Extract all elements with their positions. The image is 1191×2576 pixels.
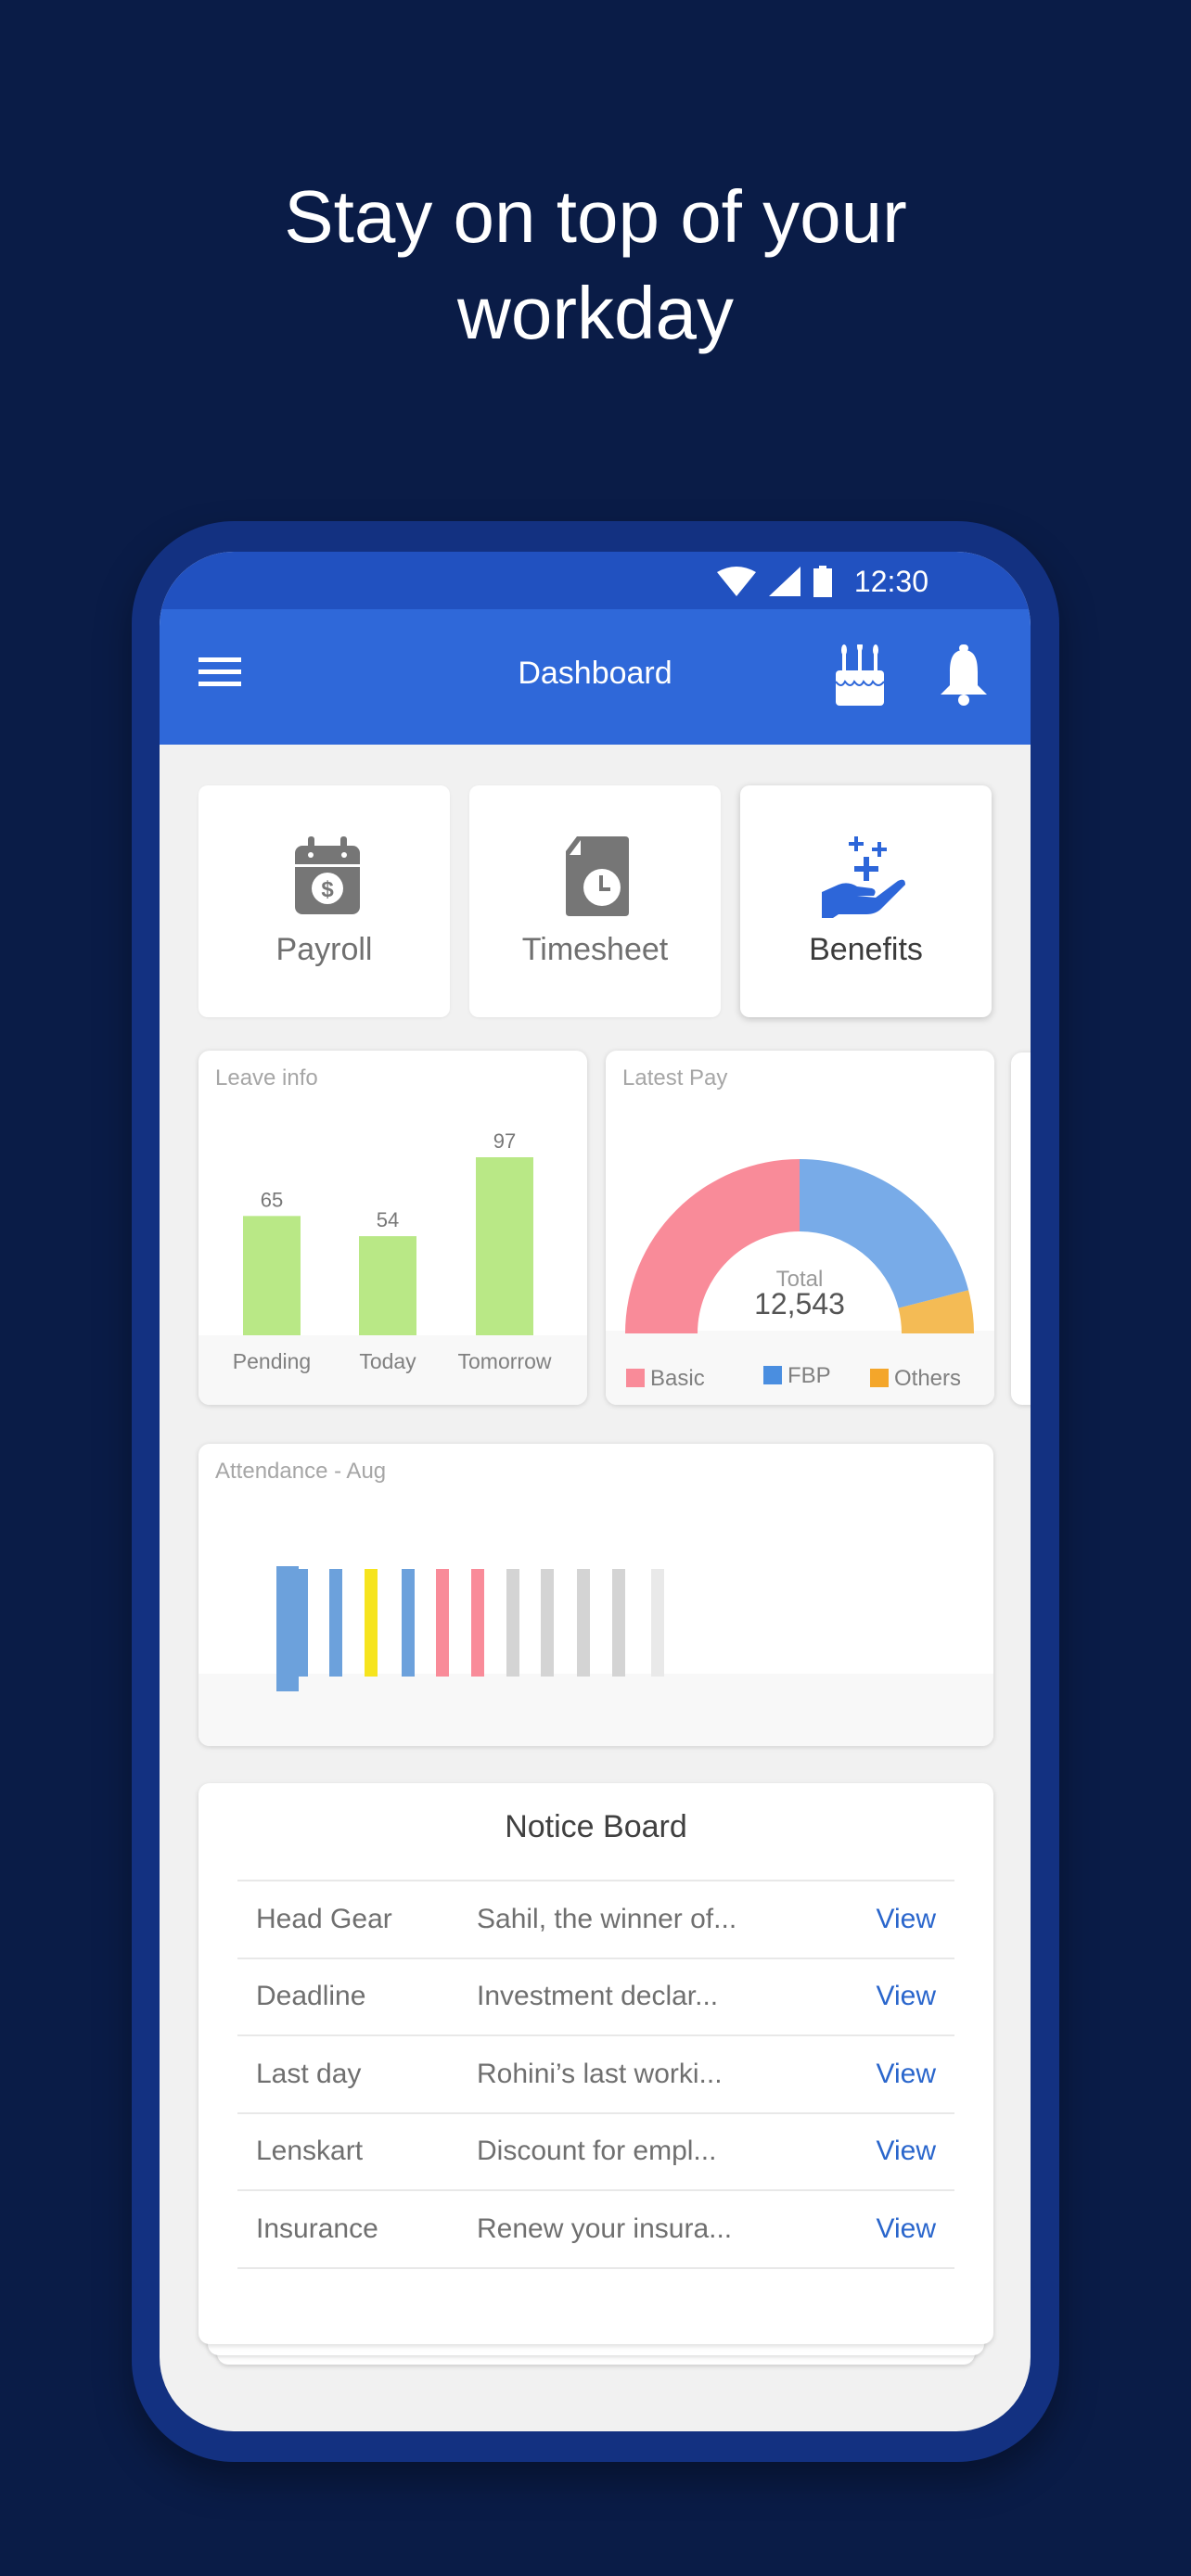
attendance-bar-day-7 [471,1569,484,1677]
legend-label-basic: Basic [650,1366,705,1391]
birthday-cake-icon[interactable] [832,641,888,706]
attendance-bar-day-3 [329,1569,342,1677]
signal-icon [768,567,800,596]
latest-pay-chart: Total 12,543 Basic FBP Others [625,1159,974,1391]
attendance-bar-day-12 [651,1569,664,1677]
view-link[interactable]: View [852,1981,954,2012]
page-title: Dashboard [518,656,672,691]
benefits-card[interactable]: Benefits [740,785,992,1017]
notice-preview: Rohini’s last worki... [477,2058,723,2089]
bell-icon[interactable] [939,644,989,706]
notice-row[interactable]: Deadline Investment declar... View [237,1959,954,2036]
attendance-bar-day-5 [402,1569,415,1677]
notice-subject: Head Gear [256,1903,392,1934]
leave-bar-value: 54 [377,1208,399,1231]
headline-line-2: workday [457,272,734,354]
leave-info-widget[interactable]: Leave info 65 Pending 54 Today 97 Tomorrow [198,1051,587,1405]
pay-slice-fbp [800,1159,969,1308]
attendance-widget[interactable]: Attendance - Aug [198,1444,993,1746]
latest-pay-widget[interactable]: Latest Pay Total 12,543 Basic FBP Others [606,1051,994,1405]
timesheet-label: Timesheet [521,932,669,967]
app-bar: Dashboard [160,609,1031,745]
attendance-chart [276,1566,664,1691]
notice-subject: Deadline [256,1981,366,2012]
benefits-label: Benefits [809,932,923,967]
notice-board: Notice Board Head Gear Sahil, the winner… [198,1783,993,2344]
leave-category-label: Pending [233,1349,311,1373]
next-widget-peek[interactable] [1011,1052,1031,1405]
legend-swatch-others [870,1369,889,1387]
view-link[interactable]: View [852,1904,954,1935]
payroll-card[interactable]: $ Payroll [198,785,450,1017]
notice-row[interactable]: Insurance Renew your insura... View [237,2191,954,2269]
payroll-calendar-icon: $ [278,836,371,920]
attendance-bar-day-10 [577,1569,590,1677]
timesheet-icon [549,836,642,920]
notice-subject: Lenskart [256,2136,364,2167]
timesheet-card[interactable]: Timesheet [469,785,721,1017]
leave-bar-today [359,1236,416,1335]
status-bar: 12:30 [160,552,1031,609]
notice-preview: Renew your insura... [477,2213,733,2244]
battery-icon [813,566,832,597]
legend-label-others: Others [894,1366,961,1391]
notice-preview: Sahil, the winner of... [477,1903,737,1934]
leave-bar-pending [243,1216,301,1335]
leave-category-label: Tomorrow [458,1349,552,1373]
attendance-bar-day-9 [541,1569,554,1677]
leave-bar-value: 97 [493,1129,516,1153]
attendance-bar-day-4 [365,1569,378,1677]
legend-swatch-fbp [763,1366,782,1384]
legend-swatch-basic [626,1369,645,1387]
notice-row[interactable]: Last day Rohini’s last worki... View [237,2036,954,2114]
pay-total-value: 12,543 [754,1287,845,1320]
view-link[interactable]: View [852,2136,954,2167]
attendance-bar-day-6 [436,1569,449,1677]
wifi-icon [716,567,756,596]
notice-row[interactable]: Lenskart Discount for empl... View [237,2114,954,2191]
leave-info-chart: 65 Pending 54 Today 97 Tomorrow [233,1129,552,1373]
leave-bar-value: 65 [261,1188,283,1211]
svg-text:$: $ [321,877,334,902]
notice-list: Head Gear Sahil, the winner of... View D… [237,1880,954,2269]
notice-row[interactable]: Head Gear Sahil, the winner of... View [237,1881,954,1959]
leave-bar-tomorrow [476,1157,533,1335]
headline-line-1: Stay on top of your [284,175,907,258]
view-link[interactable]: View [852,2059,954,2090]
status-time: 12:30 [853,564,928,598]
notice-preview: Discount for empl... [477,2136,717,2167]
notice-subject: Insurance [256,2213,378,2244]
attendance-bar-day-11 [612,1569,625,1677]
notice-preview: Investment declar... [477,1981,719,2012]
attendance-bar-day-8 [506,1569,519,1677]
attendance-bar-day-2 [295,1569,308,1677]
leave-category-label: Today [359,1349,416,1373]
headline: Stay on top of your workday [0,169,1191,362]
phone-screen: 12:30 Dashboard $ Payroll Timesheet Bene… [160,552,1031,2431]
notice-board-title: Notice Board [505,1809,687,1844]
payroll-label: Payroll [275,932,373,967]
benefits-hand-icon [820,836,913,920]
notice-subject: Last day [256,2058,362,2089]
view-link[interactable]: View [852,2213,954,2245]
legend-label-fbp: FBP [788,1363,831,1388]
